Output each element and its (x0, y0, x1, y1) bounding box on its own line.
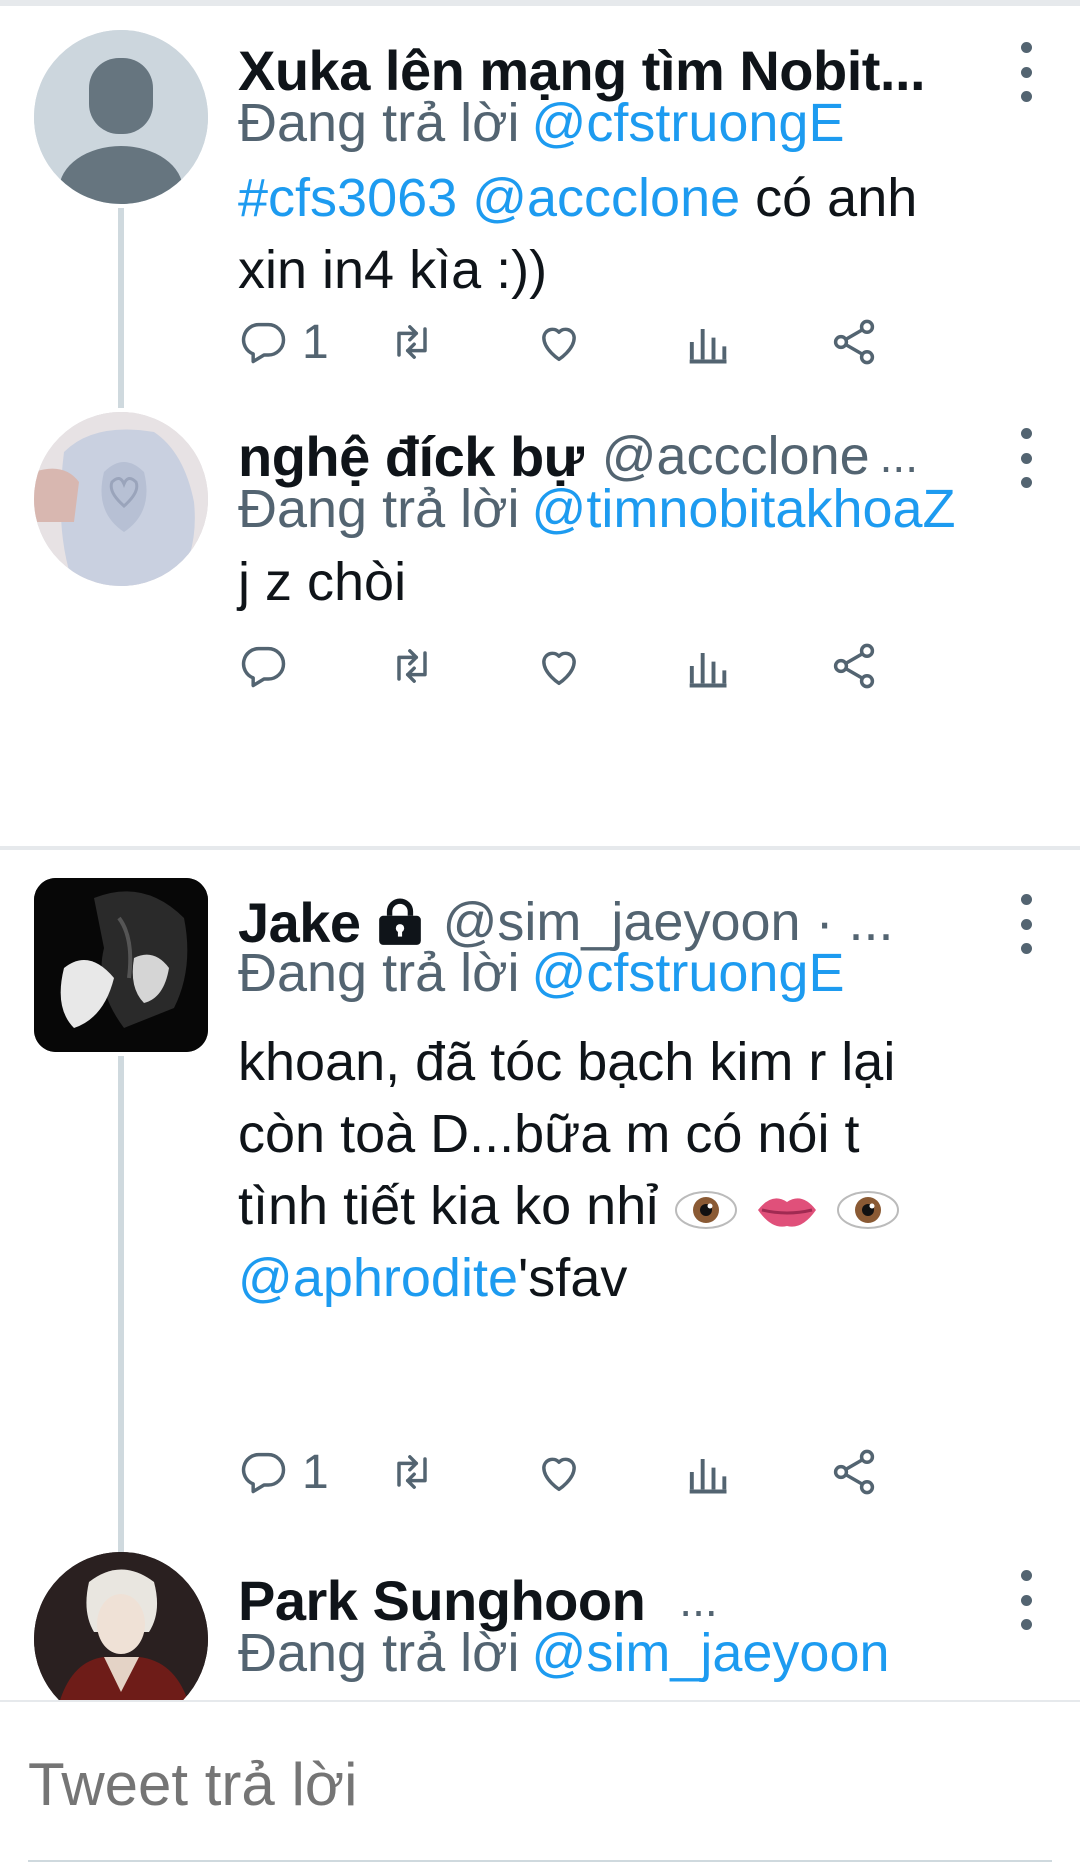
tweet-text-part: xin in4 kìa :)) (238, 240, 548, 300)
replying-label: Đang trả lời (238, 479, 520, 539)
like-icon (542, 651, 576, 686)
reply-count: 1 (302, 315, 329, 369)
tweet-3[interactable]: Jake @sim_jaeyoon · ... Đang trả lời @cfs… (0, 850, 1080, 1556)
retweet-icon (397, 325, 427, 359)
more-icon[interactable] (1016, 428, 1036, 488)
analytics-icon (689, 1459, 727, 1494)
like-icon (542, 1457, 576, 1492)
hashtag-link[interactable]: #cfs3063 (238, 168, 457, 228)
tweet-3-action-bar: 1 (238, 1442, 1018, 1502)
like-button[interactable] (533, 312, 585, 372)
retweet-button[interactable] (386, 636, 438, 696)
share-button[interactable] (828, 636, 880, 696)
tweet-1[interactable]: Xuka lên mạng tìm Nobit... Đang trả lời @… (0, 0, 1080, 408)
reply-icon (241, 1452, 286, 1494)
retweet-icon (397, 1455, 427, 1489)
reply-composer (0, 1700, 1080, 1872)
default-person-icon (34, 30, 208, 204)
retweet-button[interactable] (386, 312, 438, 372)
share-icon (833, 1449, 875, 1495)
like-button[interactable] (533, 1442, 585, 1502)
tweet-text-part: j z chòi (238, 552, 407, 612)
replying-label: Đang trả lời (238, 93, 520, 153)
share-icon (833, 319, 875, 365)
more-icon[interactable] (1016, 1570, 1036, 1630)
share-button[interactable] (828, 1442, 880, 1502)
replying-to: Đang trả lời @timnobitakhoaZ (238, 478, 956, 540)
like-icon (542, 327, 576, 362)
analytics-icon (689, 329, 727, 364)
replying-to: Đang trả lời @sim_jaeyoon (238, 1622, 890, 1684)
avatar-photo (34, 412, 208, 586)
avatar[interactable] (34, 412, 208, 586)
replying-to: Đang trả lời @cfstruongE (238, 92, 844, 154)
tweet-text-part: có anh (740, 168, 918, 228)
reply-input[interactable] (28, 1750, 1028, 1819)
analytics-button[interactable] (681, 636, 733, 696)
reply-button[interactable] (238, 636, 290, 696)
avatar[interactable] (34, 878, 208, 1052)
replying-mention[interactable]: @cfstruongE (532, 943, 845, 1003)
retweet-button[interactable] (386, 1442, 438, 1502)
reply-button[interactable]: 1 (238, 1442, 329, 1502)
thread-line (118, 208, 124, 408)
avatar-photo (34, 878, 208, 1052)
tweet-2[interactable]: nghệ đíck bự @accclone ... Đang trả lời @… (0, 400, 1080, 710)
reply-icon (241, 322, 286, 364)
tweet-text: khoan, đã tóc bạch kim r lại còn toà D..… (238, 1026, 1040, 1314)
tweet-4[interactable]: Park Sunghoon ... Đang trả lời @sim_jaeyo… (0, 1540, 1080, 1700)
reply-button[interactable]: 1 (238, 312, 329, 372)
replying-to: Đang trả lời @cfstruongE (238, 942, 844, 1004)
share-icon (833, 643, 875, 689)
composer-underline (28, 1860, 1052, 1862)
tweet-text-part: khoan, đã tóc bạch kim r lại (238, 1032, 896, 1092)
analytics-button[interactable] (681, 312, 733, 372)
replying-label: Đang trả lời (238, 943, 520, 1003)
retweet-icon (397, 649, 427, 683)
replying-mention[interactable]: @cfstruongE (532, 93, 845, 153)
tweet-text: #cfs3063 @accclone có anh xin in4 kìa :)… (238, 162, 1040, 306)
share-button[interactable] (828, 312, 880, 372)
action-bar (238, 636, 1018, 696)
replying-mention[interactable]: @timnobitakhoaZ (532, 479, 956, 539)
tweet-text: j z chòi (238, 546, 1040, 618)
more-icon[interactable] (1016, 42, 1036, 102)
action-bar: 1 (238, 312, 1018, 372)
like-button[interactable] (533, 636, 585, 696)
avatar[interactable] (34, 30, 208, 204)
handle-ellipsis: ... (679, 1574, 718, 1626)
analytics-icon (689, 653, 727, 688)
reply-icon (241, 646, 286, 688)
more-icon[interactable] (1016, 894, 1036, 954)
analytics-button[interactable] (681, 1442, 733, 1502)
handle-ellipsis: ... (879, 430, 918, 482)
replying-mention[interactable]: @sim_jaeyoon (532, 1623, 890, 1683)
thread-line (118, 1056, 124, 1556)
avatar[interactable] (34, 1552, 208, 1700)
reply-count: 1 (302, 1445, 329, 1499)
tweet-text-part: còn toà D...bữa m có nói t (238, 1104, 860, 1164)
replying-label: Đang trả lời (238, 1623, 520, 1683)
mention-link[interactable]: @accclone (472, 168, 740, 228)
avatar-photo (34, 1552, 208, 1700)
action-bar-bottom (238, 1202, 1018, 1262)
lock-icon (378, 898, 421, 945)
